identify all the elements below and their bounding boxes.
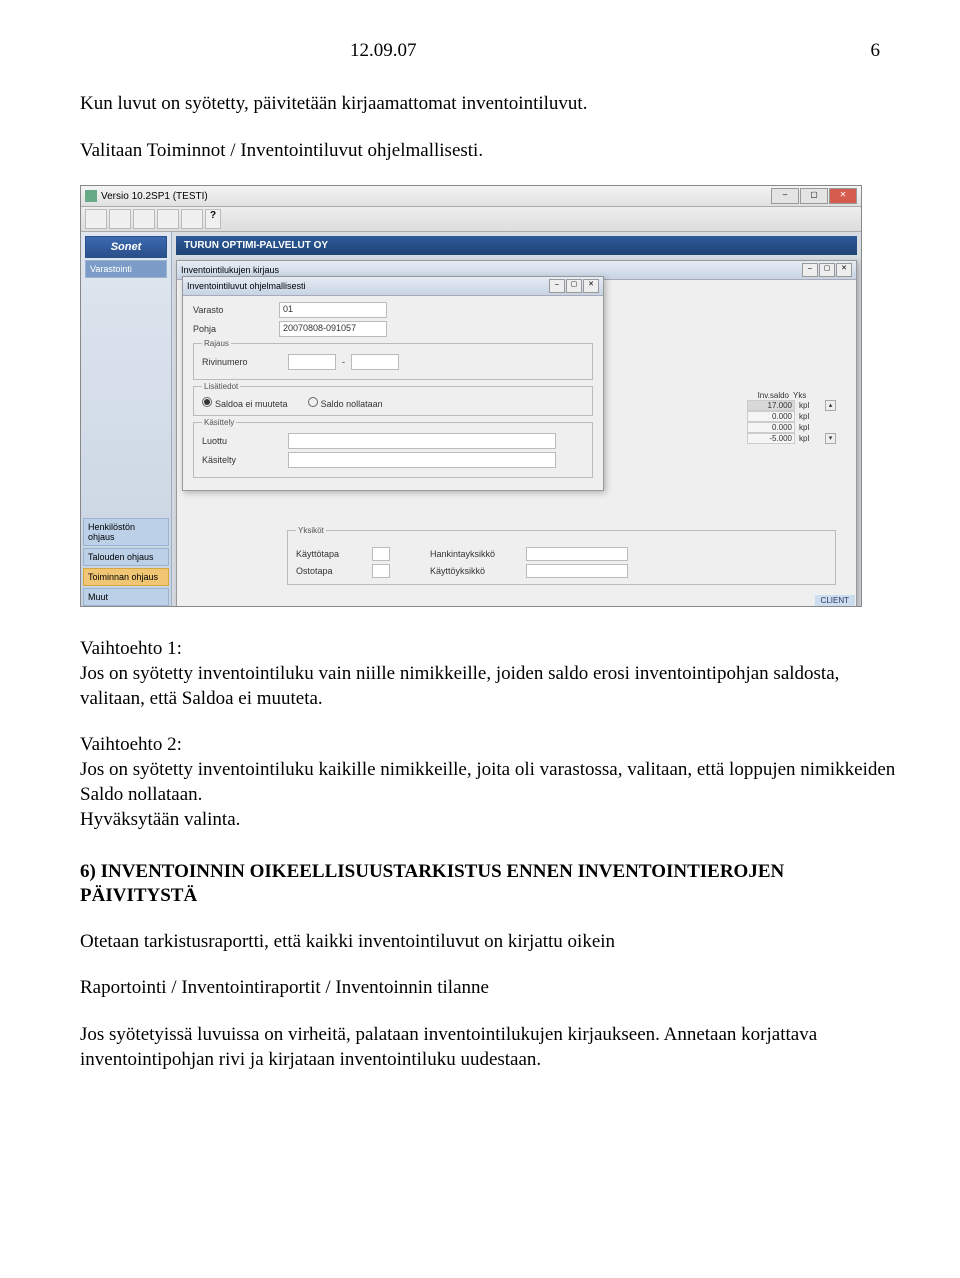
bottom-form: Yksiköt Käyttötapa Hankintayksikkö Ostot… — [287, 524, 836, 591]
sidebar-item-henkilosto[interactable]: Henkilöstön ohjaus — [83, 518, 169, 546]
sidebar-item-muut[interactable]: Muut — [83, 588, 169, 606]
maximize-button[interactable]: ▢ — [800, 188, 828, 204]
inv-header-saldo: Inv.saldo — [747, 391, 789, 400]
page-header: 12.09.07 6 — [80, 40, 900, 62]
pohja-label: Pohja — [193, 324, 273, 334]
intro-paragraph-1: Kun luvut on syötetty, päivitetään kirja… — [80, 92, 900, 117]
section-6-heading: 6) INVENTOINNIN OIKEELLISUUSTARKISTUS EN… — [80, 860, 900, 908]
mdi2-maximize[interactable]: ▢ — [566, 279, 582, 293]
minimize-button[interactable]: – — [771, 188, 799, 204]
inv-row: 17.000 kpl ▴ — [747, 400, 836, 411]
kasitelty-label: Käsitelty — [202, 455, 282, 465]
pohja-input[interactable]: 20070808-091057 — [279, 321, 387, 337]
sidebar-item-varastointi[interactable]: Varastointi — [85, 260, 167, 278]
mdi-window-ohjelmallisesti: Inventointiluvut ohjelmallisesti – ▢ ✕ V… — [182, 276, 604, 491]
header-date: 12.09.07 — [350, 40, 417, 62]
varasto-label: Varasto — [193, 305, 273, 315]
radio-saldo-nollataan[interactable]: Saldo nollataan — [308, 397, 383, 409]
header-page-number: 6 — [871, 40, 881, 62]
toolbar-button-1[interactable] — [85, 209, 107, 229]
kayttoyksikko-input[interactable] — [526, 564, 628, 578]
mdi-close[interactable]: ✕ — [836, 263, 852, 277]
inventory-saldo-table: Inv.saldo Yks 17.000 kpl ▴ 0.000 kpl . — [747, 391, 836, 444]
sidebar-item-talous[interactable]: Talouden ohjaus — [83, 548, 169, 566]
toolbar: ? — [81, 207, 861, 232]
radio-icon — [308, 397, 318, 407]
varasto-input[interactable]: 01 — [279, 302, 387, 318]
kasitelty-input[interactable] — [288, 452, 556, 468]
close-button[interactable]: ✕ — [829, 188, 857, 204]
app-icon — [85, 190, 97, 202]
ostotapa-input[interactable] — [372, 564, 390, 578]
window-title: Versio 10.2SP1 (TESTI) — [101, 191, 208, 202]
mdi-minimize[interactable]: – — [802, 263, 818, 277]
company-header: TURUN OPTIMI-PALVELUT OY — [176, 236, 857, 255]
scroll-up-icon[interactable]: ▴ — [825, 400, 836, 411]
body-paragraph-5: Jos syötetyissä luvuissa on virheitä, pa… — [80, 1023, 900, 1072]
vaihtoehto-2: Vaihtoehto 2: Jos on syötetty inventoint… — [80, 733, 900, 832]
inv-header-yks: Yks — [793, 391, 815, 400]
luottu-label: Luottu — [202, 436, 282, 446]
rivinumero-from[interactable] — [288, 354, 336, 370]
mdi-title-outer: Inventointilukujen kirjaus — [181, 265, 279, 275]
hankintayksikko-input[interactable] — [526, 547, 628, 561]
lisatiedot-legend: Lisätiedot — [202, 382, 240, 391]
vaihtoehto-1: Vaihtoehto 1: Jos on syötetty inventoint… — [80, 637, 900, 711]
main-area: TURUN OPTIMI-PALVELUT OY Inventointiluku… — [172, 232, 861, 607]
toolbar-button-4[interactable] — [157, 209, 179, 229]
mdi-title-inner: Inventointiluvut ohjelmallisesti — [187, 281, 306, 291]
inv-row: 0.000 kpl . — [747, 411, 836, 422]
kasittely-legend: Käsittely — [202, 418, 236, 427]
rivinumero-label: Rivinumero — [202, 357, 282, 367]
intro-paragraph-2: Valitaan Toiminnot / Inventointiluvut oh… — [80, 139, 900, 164]
scroll-down-icon[interactable]: ▾ — [825, 433, 836, 444]
radio-saldoa-ei-muuteta[interactable]: Saldoa ei muuteta — [202, 397, 288, 409]
radio-icon — [202, 397, 212, 407]
app-logo: Sonet — [85, 236, 167, 258]
yksikot-legend: Yksiköt — [296, 526, 326, 535]
mdi2-close[interactable]: ✕ — [583, 279, 599, 293]
mdi-maximize[interactable]: ▢ — [819, 263, 835, 277]
inv-row: 0.000 kpl . — [747, 422, 836, 433]
sidebar-item-toiminta[interactable]: Toiminnan ohjaus — [83, 568, 169, 586]
kayttotapa-input[interactable] — [372, 547, 390, 561]
luottu-input[interactable] — [288, 433, 556, 449]
body-paragraph-4: Raportointi / Inventointiraportit / Inve… — [80, 976, 900, 1001]
mdi2-minimize[interactable]: – — [549, 279, 565, 293]
app-screenshot: Versio 10.2SP1 (TESTI) – ▢ ✕ ? Sonet Var… — [80, 185, 862, 607]
toolbar-button-3[interactable] — [133, 209, 155, 229]
sidebar: Sonet Varastointi Henkilöstön ohjaus Tal… — [81, 232, 172, 607]
client-badge: CLIENT — [815, 595, 855, 606]
toolbar-button-5[interactable] — [181, 209, 203, 229]
body-paragraph-3: Otetaan tarkistusraportti, että kaikki i… — [80, 930, 900, 955]
rajaus-legend: Rajaus — [202, 339, 231, 348]
inv-row: -5.000 kpl ▾ — [747, 433, 836, 444]
window-titlebar: Versio 10.2SP1 (TESTI) – ▢ ✕ — [81, 186, 861, 207]
rivinumero-to[interactable] — [351, 354, 399, 370]
toolbar-help-button[interactable]: ? — [205, 209, 221, 229]
toolbar-button-2[interactable] — [109, 209, 131, 229]
